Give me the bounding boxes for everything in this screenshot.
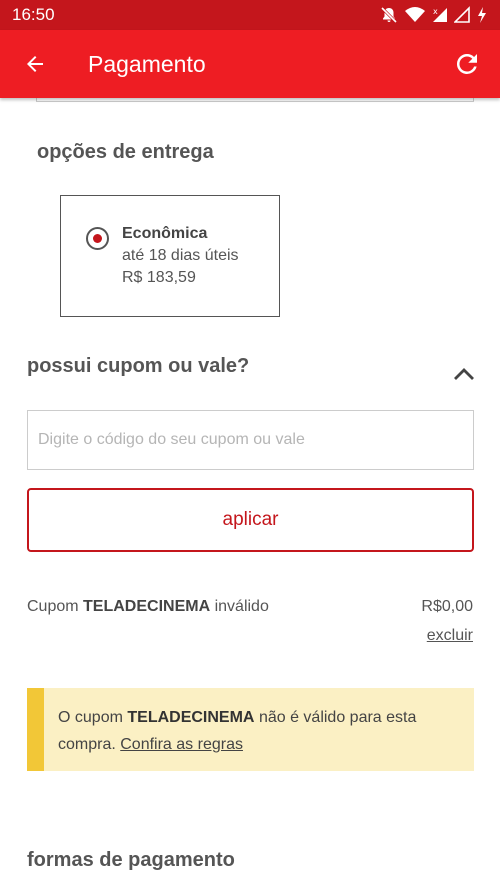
delivery-option-radio[interactable] — [86, 227, 109, 250]
coupon-collapse-toggle[interactable] — [446, 360, 482, 388]
delivery-option-eta: até 18 dias úteis — [122, 247, 239, 264]
coupon-status-line: Cupom TELADECINEMA inválido — [27, 598, 269, 616]
delivery-section-title: opções de entrega — [37, 141, 214, 163]
alert-coupon-code: TELADECINEMA — [127, 709, 255, 726]
status-bar: 16:50 x — [0, 0, 500, 30]
coupon-invalid-alert: O cupom TELADECINEMA não é válido para e… — [27, 688, 474, 771]
coupon-status-prefix: Cupom — [27, 598, 79, 615]
svg-text:x: x — [433, 7, 438, 16]
refresh-icon — [456, 53, 477, 74]
mute-notification-icon — [380, 6, 398, 24]
back-button[interactable] — [0, 30, 70, 98]
payment-section-title: formas de pagamento — [27, 849, 235, 871]
coupon-section-title: possui cupom ou vale? — [27, 355, 250, 377]
coupon-rules-link[interactable]: Confira as regras — [120, 736, 243, 753]
arrow-left-icon — [27, 56, 43, 72]
delivery-option-name: Econômica — [122, 225, 208, 242]
status-icons: x — [380, 6, 488, 24]
coupon-discount-value: R$0,00 — [421, 598, 473, 615]
coupon-code-input[interactable] — [27, 410, 474, 470]
chevron-up-icon — [454, 368, 474, 380]
delivery-option-price: R$ 183,59 — [122, 269, 196, 286]
app-bar: Pagamento — [0, 30, 500, 98]
coupon-status-suffix: inválido — [214, 598, 269, 615]
status-time: 16:50 — [12, 5, 55, 24]
page-title: Pagamento — [88, 50, 206, 77]
wifi-icon — [405, 7, 425, 22]
alert-prefix: O cupom — [58, 709, 123, 726]
no-signal-icon — [454, 6, 470, 23]
battery-charging-icon — [478, 7, 486, 23]
delivery-option-card[interactable]: Econômica até 18 dias úteis R$ 183,59 — [60, 195, 280, 317]
radio-selected-dot — [93, 234, 102, 243]
cellular-signal-icon: x — [433, 7, 447, 22]
remove-coupon-link[interactable]: excluir — [427, 627, 473, 645]
refresh-button[interactable] — [434, 30, 500, 98]
apply-coupon-button[interactable]: aplicar — [27, 488, 474, 552]
coupon-status-code: TELADECINEMA — [83, 598, 211, 615]
delivery-option-text: Econômica até 18 dias úteis R$ 183,59 — [122, 223, 239, 289]
